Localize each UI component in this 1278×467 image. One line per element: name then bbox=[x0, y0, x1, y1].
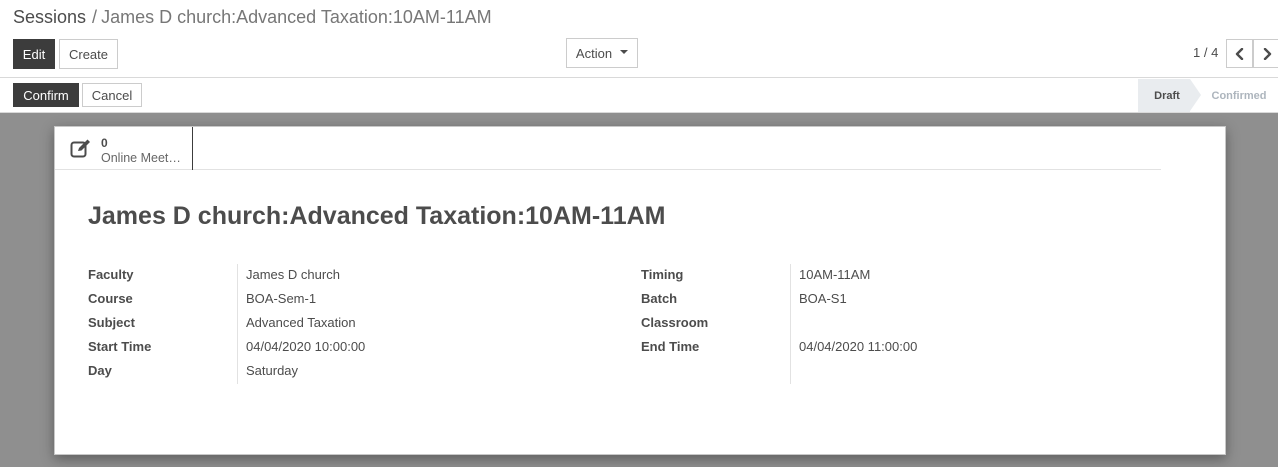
form-sheet: 0 Online Meet… James D church:Advanced T… bbox=[54, 126, 1226, 455]
left-group-divider bbox=[237, 264, 238, 384]
create-button[interactable]: Create bbox=[59, 39, 118, 69]
faculty-label: Faculty bbox=[88, 267, 134, 282]
stage-draft[interactable]: Draft bbox=[1138, 79, 1190, 112]
smart-button-count: 0 bbox=[101, 136, 108, 150]
batch-value[interactable]: BOA-S1 bbox=[799, 291, 847, 306]
smart-button-box: 0 Online Meet… bbox=[55, 127, 1161, 170]
edit-icon bbox=[70, 139, 90, 158]
stage-arrow bbox=[1190, 79, 1201, 111]
subject-label: Subject bbox=[88, 315, 135, 330]
pager-next-button[interactable] bbox=[1253, 39, 1278, 68]
action-label: Action bbox=[575, 45, 613, 61]
breadcrumb-current: James D church:Advanced Taxation:10AM-11… bbox=[101, 7, 492, 27]
pager-value[interactable]: 1 / 4 bbox=[1193, 45, 1218, 60]
day-label: Day bbox=[88, 363, 112, 378]
start-time-value: 04/04/2020 10:00:00 bbox=[246, 339, 366, 354]
end-time-label: End Time bbox=[641, 339, 700, 354]
chevron-right-icon bbox=[1263, 47, 1271, 60]
confirm-button[interactable]: Confirm bbox=[13, 83, 79, 107]
online-meetings-smart-button[interactable]: 0 Online Meet… bbox=[55, 127, 193, 170]
cancel-button[interactable]: Cancel bbox=[82, 83, 142, 107]
breadcrumb: Sessions / James D church:Advanced Taxatio… bbox=[13, 6, 492, 28]
right-group-divider bbox=[790, 264, 791, 384]
edit-button[interactable]: Edit bbox=[13, 39, 55, 69]
stage-confirmed[interactable]: Confirmed bbox=[1203, 79, 1275, 112]
action-dropdown-button[interactable]: Action bbox=[566, 38, 638, 68]
batch-label: Batch bbox=[641, 291, 678, 306]
chevron-left-icon bbox=[1235, 47, 1243, 60]
breadcrumb-separator: / bbox=[92, 7, 98, 27]
pager-previous-button[interactable] bbox=[1226, 39, 1253, 68]
caret-down-icon bbox=[620, 50, 629, 54]
classroom-label: Classroom bbox=[641, 315, 709, 330]
smart-button-label: Online Meet… bbox=[101, 151, 181, 165]
control-panel: Sessions / James D church:Advanced Taxatio… bbox=[0, 0, 1278, 78]
record-title: James D church:Advanced Taxation:10AM-11… bbox=[88, 202, 666, 230]
timing-label: Timing bbox=[641, 267, 684, 282]
day-value: Saturday bbox=[246, 363, 299, 378]
end-time-value: 04/04/2020 11:00:00 bbox=[799, 339, 918, 354]
course-label: Course bbox=[88, 291, 133, 306]
timing-value[interactable]: 10AM-11AM bbox=[799, 267, 870, 282]
subject-value[interactable]: Advanced Taxation bbox=[246, 315, 356, 330]
breadcrumb-sessions-link[interactable]: Sessions bbox=[13, 7, 86, 27]
status-bar: Confirm Cancel Draft Confirmed bbox=[0, 79, 1278, 113]
start-time-label: Start Time bbox=[88, 339, 152, 354]
course-value[interactable]: BOA-Sem-1 bbox=[246, 291, 316, 306]
faculty-value[interactable]: James D church bbox=[246, 267, 340, 282]
